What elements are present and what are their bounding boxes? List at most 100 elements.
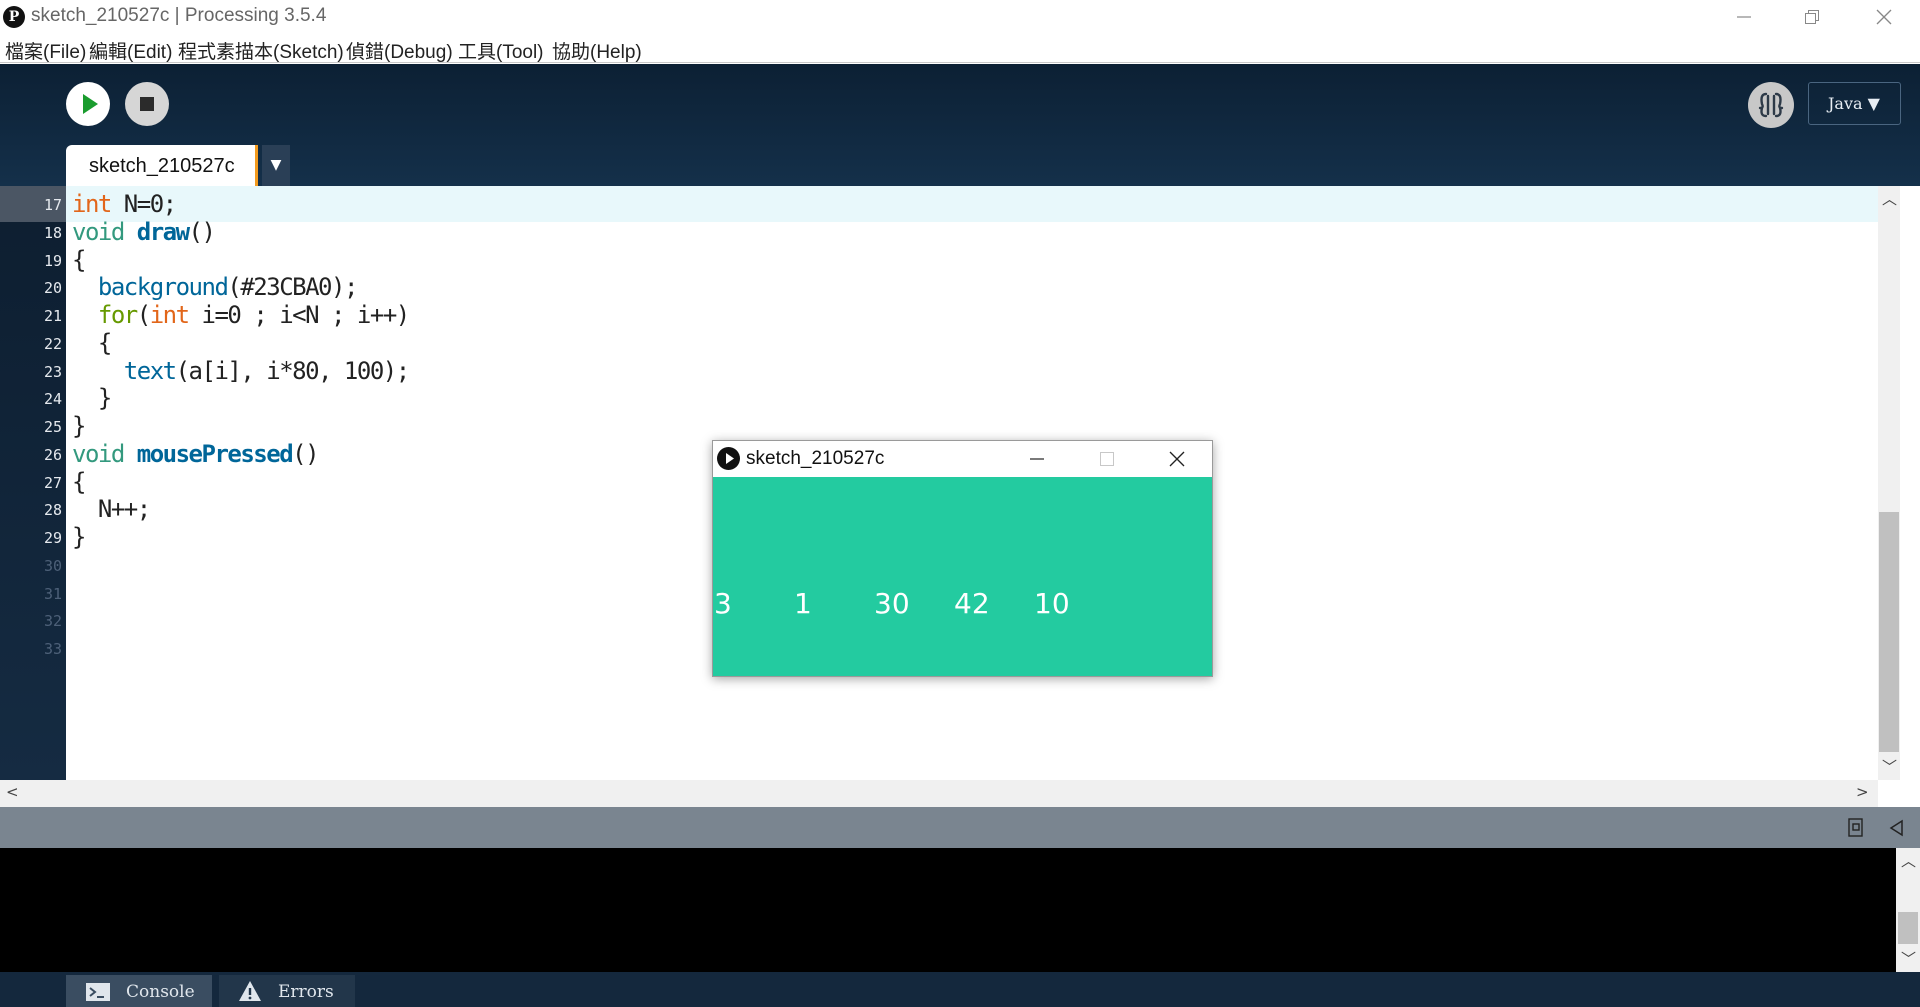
- tab-console[interactable]: Console: [66, 975, 212, 1007]
- sketch-value: 30: [874, 587, 910, 620]
- menu-tool[interactable]: 工具(Tool): [458, 37, 544, 64]
- tab-errors[interactable]: Errors: [219, 975, 355, 1007]
- code-line-19: {: [72, 246, 86, 274]
- code-line-24: }: [72, 384, 112, 412]
- code-text: (: [136, 301, 151, 329]
- sketch-canvas[interactable]: 3 1 30 42 10: [713, 477, 1212, 676]
- code-text: (): [188, 218, 216, 246]
- editor-horizontal-scrollbar[interactable]: < >: [0, 780, 1878, 807]
- code-line-20: background(#23CBA0);: [72, 273, 358, 301]
- scroll-down-icon[interactable]: ﹀: [1882, 756, 1897, 777]
- tab-sketch[interactable]: sketch_210527c: [66, 145, 258, 186]
- sketch-value: 10: [1034, 587, 1070, 620]
- code-text: }: [72, 523, 86, 551]
- scroll-up-icon[interactable]: ︿: [1882, 188, 1897, 209]
- restore-button[interactable]: [1778, 0, 1846, 34]
- debugger-button[interactable]: [1748, 82, 1794, 128]
- keyword: void: [72, 440, 125, 468]
- code-text: (#23CBA0);: [227, 273, 358, 301]
- code-line-28: N++;: [72, 495, 151, 523]
- code-text: }: [72, 412, 86, 440]
- line-number: 23: [43, 363, 62, 381]
- collapse-console-icon[interactable]: [1888, 819, 1906, 837]
- line-number: 27: [43, 474, 62, 492]
- sketch-output-window[interactable]: sketch_210527c 3 1 30 42 10: [712, 440, 1213, 677]
- console-scrollbar-thumb[interactable]: [1898, 912, 1918, 944]
- line-number: 33: [43, 640, 62, 658]
- console-header: [0, 807, 1920, 848]
- sketch-window-titlebar[interactable]: sketch_210527c: [713, 441, 1212, 477]
- tab-menu-button[interactable]: ▼: [262, 145, 290, 186]
- mode-selector[interactable]: Java ▼: [1808, 82, 1901, 125]
- console-icon: [86, 983, 110, 1001]
- run-icon: [83, 94, 98, 114]
- function-name: draw: [136, 218, 190, 246]
- code-line-29: }: [72, 523, 86, 551]
- line-number: 30: [43, 557, 62, 575]
- code-text: N=0;: [110, 190, 177, 218]
- line-number: 21: [43, 307, 62, 325]
- code-text: i=0 ; i<N ; i++): [188, 301, 411, 329]
- tab-console-label: Console: [126, 982, 195, 1002]
- line-number: 24: [43, 390, 62, 408]
- tab-sketch-label: sketch_210527c: [89, 155, 235, 177]
- console-scrollbar[interactable]: ︿ ﹀: [1896, 848, 1920, 972]
- menu-help[interactable]: 協助(Help): [552, 37, 642, 64]
- scroll-up-icon[interactable]: ︿: [1901, 850, 1916, 871]
- copy-console-icon[interactable]: [1846, 817, 1866, 839]
- scroll-left-icon[interactable]: <: [6, 783, 19, 801]
- keyword: void: [72, 218, 125, 246]
- menu-debug[interactable]: 偵錯(Debug): [346, 37, 453, 64]
- sketch-window-title: sketch_210527c: [746, 448, 885, 469]
- function-name: text: [123, 357, 177, 385]
- minimize-button[interactable]: [1710, 0, 1778, 34]
- menu-sketch[interactable]: 程式素描本(Sketch): [178, 37, 344, 64]
- line-number: 19: [43, 252, 62, 270]
- current-line-highlight: [66, 186, 1878, 222]
- restore-icon: [1805, 10, 1819, 24]
- code-line-25: }: [72, 412, 86, 440]
- code-line-23: text(a[i], i*80, 100);: [72, 357, 410, 385]
- debugger-icon: [1758, 92, 1784, 118]
- line-number: 25: [43, 418, 62, 436]
- processing-logo-icon: P: [3, 6, 25, 28]
- minimize-icon[interactable]: [1029, 451, 1045, 467]
- scroll-right-icon[interactable]: >: [1856, 783, 1869, 801]
- keyword: int: [72, 190, 112, 218]
- line-number: 20: [43, 279, 62, 297]
- line-number-gutter: 17 18 19 20 21 22 23 24 25 26 27 28 29 3…: [0, 186, 66, 780]
- code-line-18: void draw(): [72, 218, 216, 246]
- close-icon[interactable]: [1169, 451, 1185, 467]
- code-text: N++;: [72, 495, 151, 523]
- code-text: (): [292, 440, 319, 468]
- menu-bar: 檔案(File) 編輯(Edit) 程式素描本(Sketch) 偵錯(Debug…: [0, 34, 1920, 63]
- close-button[interactable]: [1850, 0, 1918, 34]
- menu-file[interactable]: 檔案(File): [5, 37, 86, 64]
- editor-scrollbar-thumb[interactable]: [1879, 512, 1899, 752]
- line-number: 17: [43, 196, 62, 214]
- line-number: 26: [43, 446, 62, 464]
- sketch-value: 3: [714, 587, 732, 620]
- line-number: 31: [43, 585, 62, 603]
- run-button[interactable]: [66, 82, 110, 126]
- code-text: {: [72, 468, 86, 496]
- console-output[interactable]: [0, 848, 1896, 972]
- maximize-icon[interactable]: [1099, 451, 1115, 467]
- line-number: 18: [43, 224, 62, 242]
- line-number: 32: [43, 612, 62, 630]
- keyword: int: [149, 301, 190, 329]
- code-text: {: [72, 246, 86, 274]
- menu-edit[interactable]: 編輯(Edit): [89, 37, 172, 64]
- line-number: 29: [43, 529, 62, 547]
- code-line-21: for(int i=0 ; i<N ; i++): [72, 301, 411, 329]
- warning-icon: [239, 981, 261, 1001]
- minimize-icon: [1737, 16, 1751, 18]
- stop-button[interactable]: [125, 82, 169, 126]
- scroll-down-icon[interactable]: ﹀: [1901, 948, 1916, 969]
- code-line-26: void mousePressed(): [72, 440, 320, 468]
